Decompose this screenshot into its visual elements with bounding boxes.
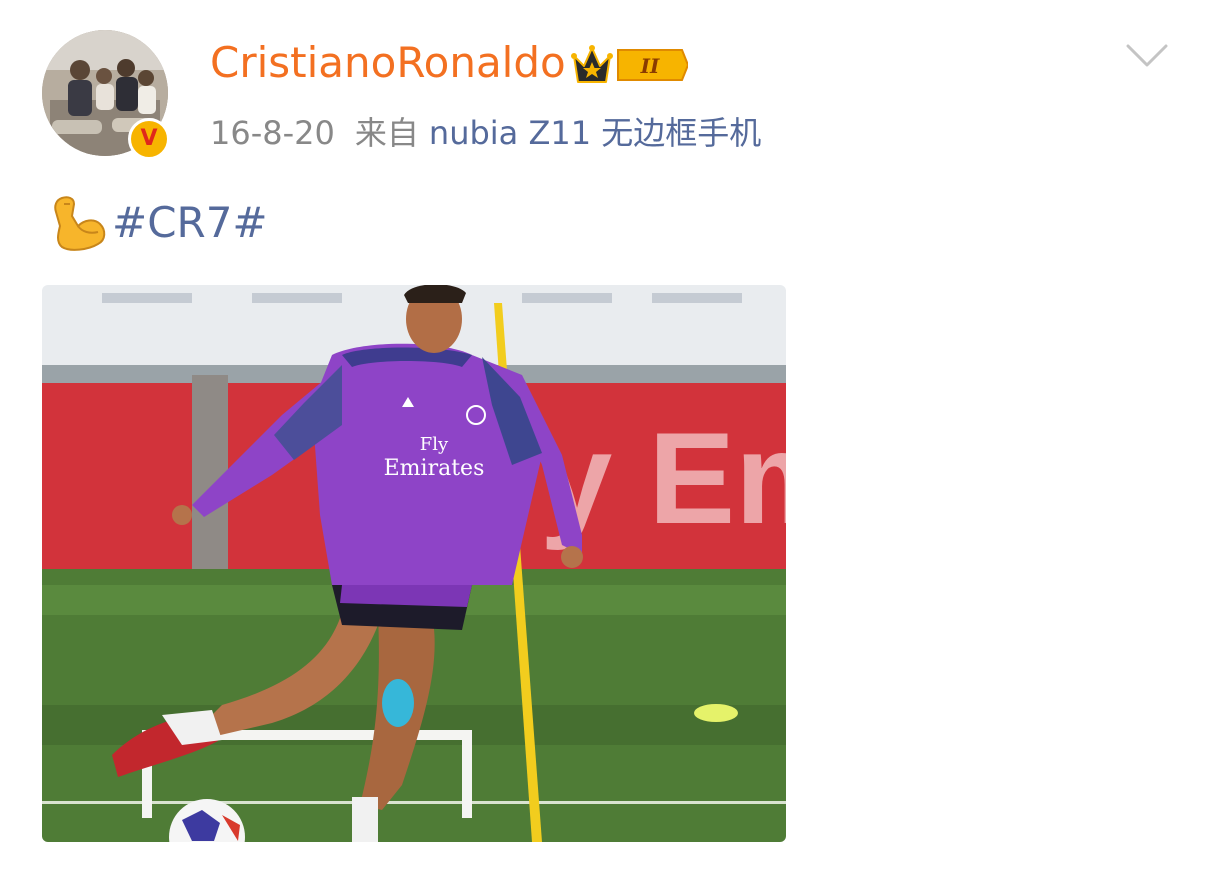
vip-level-text: II bbox=[640, 54, 660, 78]
author-name[interactable]: CristianoRonaldo bbox=[210, 38, 566, 87]
post-content: #CR7# bbox=[48, 190, 268, 254]
hashtag-link[interactable]: #CR7# bbox=[112, 198, 268, 247]
chevron-down-icon[interactable] bbox=[1124, 40, 1170, 72]
post-meta: 16-8-20 来自 nubia Z11 无边框手机 bbox=[210, 108, 761, 154]
post-timestamp: 16-8-20 bbox=[210, 114, 335, 152]
post-photo[interactable]: y Em bbox=[42, 285, 786, 842]
verified-badge-icon: V bbox=[128, 118, 170, 160]
training-photo: y Em bbox=[42, 285, 786, 842]
weibo-post: V CristianoRonaldo II 16-8-20 来自 nubia Z11… bbox=[0, 0, 1206, 869]
verified-badge-letter: V bbox=[140, 126, 158, 151]
vip-crown-icon[interactable]: II bbox=[570, 42, 688, 88]
source-prefix: 来自 bbox=[354, 114, 419, 152]
flexed-biceps-icon bbox=[54, 196, 106, 251]
source-device-link[interactable]: nubia Z11 无边框手机 bbox=[429, 114, 761, 152]
shirt-sponsor-line2: Emirates bbox=[384, 456, 485, 481]
shirt-sponsor-line1: Fly bbox=[420, 434, 449, 455]
